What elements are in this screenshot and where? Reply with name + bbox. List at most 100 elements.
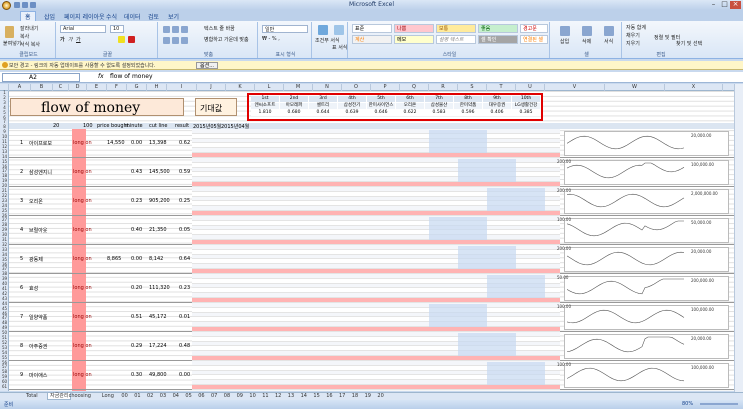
sheet-tab[interactable]: 08 [222, 393, 232, 400]
column-header-k[interactable]: K [226, 84, 255, 91]
table-format-button[interactable]: 표 서식 [332, 44, 347, 51]
sheet-tab[interactable]: 01 [132, 393, 142, 400]
tab-view[interactable]: 보기 [164, 12, 183, 21]
column-header-b[interactable]: B [31, 84, 53, 91]
column-header-o[interactable]: O [342, 84, 371, 91]
font-color-icon[interactable] [128, 36, 135, 43]
sheet-tab[interactable]: 07 [209, 393, 219, 400]
column-header-c[interactable]: C [53, 84, 69, 91]
format-cells-icon[interactable] [604, 26, 614, 36]
sheet-tab[interactable]: 14 [299, 393, 309, 400]
sheet-tab[interactable]: Long [100, 393, 116, 400]
align-bottom-icon[interactable] [181, 26, 188, 33]
autosum-button[interactable]: 자동 합계 [626, 24, 646, 31]
name-box[interactable]: A2 [2, 73, 80, 82]
column-header-v[interactable]: V [545, 84, 605, 91]
column-header-p[interactable]: P [371, 84, 400, 91]
bold-button[interactable]: 가 [60, 36, 65, 43]
sheet-tab[interactable]: choosing [67, 393, 93, 400]
wrap-text-button[interactable]: 텍스트 줄 바꿈 [204, 25, 235, 32]
column-header-l[interactable]: L [255, 84, 284, 91]
align-center-icon[interactable] [172, 37, 179, 44]
sheet-tab[interactable]: 18 [350, 393, 360, 400]
number-format-select[interactable]: 일반 [262, 25, 308, 33]
italic-button[interactable]: 가 [68, 36, 73, 43]
sheet-tab[interactable]: 03 [158, 393, 168, 400]
sheet-tab[interactable]: 17 [337, 393, 347, 400]
tab-insert[interactable]: 삽입 [40, 12, 59, 21]
align-middle-icon[interactable] [172, 26, 179, 33]
sheet-tab[interactable]: 05 [183, 393, 193, 400]
column-header-a[interactable]: A [9, 84, 31, 91]
style-explain[interactable]: 설명 텍스트 [436, 35, 476, 44]
sheet-tab[interactable]: 00 [119, 393, 129, 400]
sheet-tab[interactable]: 12 [273, 393, 283, 400]
style-normal[interactable]: 표준 [352, 24, 392, 33]
find-select-button[interactable]: 찾기 및 선택 [676, 40, 702, 47]
vertical-scrollbar[interactable] [734, 84, 743, 392]
column-header-x[interactable]: X [665, 84, 723, 91]
sheet-tab[interactable]: 06 [196, 393, 206, 400]
sheet-tab[interactable]: 11 [260, 393, 270, 400]
conditional-format-icon[interactable] [318, 25, 328, 35]
column-header-g[interactable]: G [127, 84, 147, 91]
sheet-tab[interactable]: 20 [375, 393, 385, 400]
underline-button[interactable]: 가 [76, 36, 81, 43]
insert-cells-button[interactable]: 삽입 [560, 38, 569, 45]
sheet-tab[interactable]: 13 [286, 393, 296, 400]
currency-button[interactable]: ₩ - % , [262, 36, 280, 42]
column-header-j[interactable]: J [197, 84, 226, 91]
align-right-icon[interactable] [181, 37, 188, 44]
tab-review[interactable]: 검토 [144, 12, 163, 21]
merge-center-button[interactable]: 병합하고 가운데 맞춤 [204, 36, 249, 43]
fill-color-icon[interactable] [118, 36, 125, 43]
sheet-tab[interactable]: 15 [311, 393, 321, 400]
copy-button[interactable]: 복사 [20, 33, 29, 40]
column-header-r[interactable]: R [429, 84, 458, 91]
font-size-select[interactable]: 10 [110, 25, 124, 33]
column-header-w[interactable]: W [605, 84, 665, 91]
cut-button[interactable]: 잘라내기 [20, 25, 38, 32]
column-header-f[interactable]: F [107, 84, 127, 91]
sheet-tab[interactable]: Total [24, 393, 40, 400]
column-header-u[interactable]: U [516, 84, 545, 91]
security-options-button[interactable]: 옵션... [196, 62, 218, 69]
conditional-format-button[interactable]: 조건부 서식 [315, 37, 340, 44]
paste-button[interactable]: 붙여넣기 [3, 40, 21, 47]
row-header[interactable]: 61 [0, 384, 9, 390]
align-top-icon[interactable] [163, 26, 170, 33]
delete-cells-icon[interactable] [582, 26, 592, 36]
style-note[interactable]: 메모 [394, 35, 434, 44]
sheet-tab[interactable]: 02 [145, 393, 155, 400]
sheet-tab[interactable]: 09 [235, 393, 245, 400]
format-cells-button[interactable]: 서식 [604, 38, 613, 45]
fx-icon[interactable]: fx [98, 73, 104, 80]
style-bad[interactable]: 나쁨 [394, 24, 434, 33]
tab-home[interactable]: 홈 [20, 11, 36, 21]
tab-data[interactable]: 데이터 [120, 12, 145, 21]
insert-cells-icon[interactable] [560, 26, 570, 36]
align-left-icon[interactable] [163, 37, 170, 44]
column-header-q[interactable]: Q [400, 84, 429, 91]
delete-cells-button[interactable]: 삭제 [582, 38, 591, 45]
style-good[interactable]: 좋음 [478, 24, 518, 33]
minimize-button[interactable]: – [708, 1, 719, 9]
maximize-button[interactable]: □ [719, 1, 730, 9]
column-header-i[interactable]: I [167, 84, 197, 91]
sheet-tab[interactable]: 10 [247, 393, 257, 400]
column-header-s[interactable]: S [458, 84, 487, 91]
font-name-select[interactable]: Arial [60, 25, 106, 33]
column-header-d[interactable]: D [69, 84, 87, 91]
style-warning[interactable]: 경고문 [520, 24, 548, 33]
style-check[interactable]: 셀 확인 [478, 35, 518, 44]
sheet-tab[interactable]: 19 [363, 393, 373, 400]
sheet-tab[interactable]: 16 [324, 393, 334, 400]
column-header-t[interactable]: T [487, 84, 516, 91]
style-calc[interactable]: 계산 [352, 35, 392, 44]
formula-input[interactable]: flow of money [110, 73, 153, 80]
column-header-e[interactable]: E [87, 84, 107, 91]
style-neutral[interactable]: 보통 [436, 24, 476, 33]
column-header-h[interactable]: H [147, 84, 167, 91]
worksheet-grid[interactable]: flow of money 기대값 1st 엔씨소프트 1.810 2nd 아모레퍼 0.… [9, 91, 734, 391]
column-header-m[interactable]: M [284, 84, 313, 91]
